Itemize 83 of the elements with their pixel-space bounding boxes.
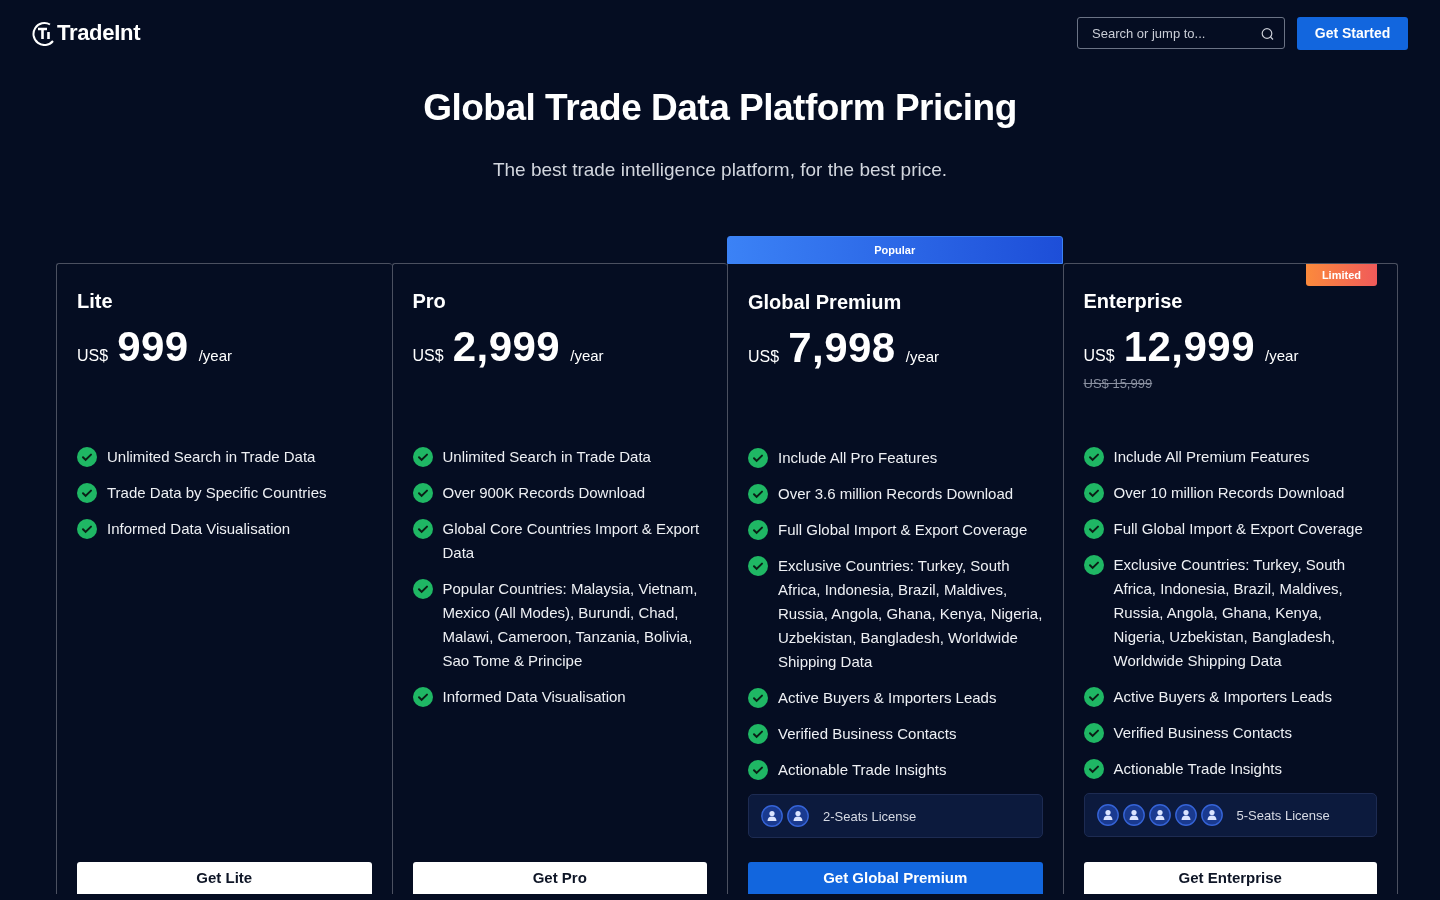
check-icon xyxy=(1083,723,1104,743)
currency: US$ xyxy=(412,347,444,365)
plan-button[interactable]: Get Pro xyxy=(412,862,707,894)
check-icon xyxy=(748,448,768,468)
person-icon xyxy=(1096,804,1119,826)
check-icon xyxy=(748,760,768,780)
feature-text: Trade Data by Specific Countries xyxy=(107,483,327,503)
check-icon xyxy=(412,447,433,467)
period: /year xyxy=(570,347,604,364)
feature-text: Over 3.6 million Records Download xyxy=(778,484,1014,504)
feature-text: Verified Business Contacts xyxy=(1113,723,1292,743)
person-icon xyxy=(761,805,783,827)
period: /year xyxy=(198,347,233,364)
price: 12,999 xyxy=(1123,323,1256,371)
check-icon xyxy=(748,724,768,744)
person-icon xyxy=(1122,804,1145,826)
check-icon xyxy=(412,519,433,539)
plan-name: Lite xyxy=(77,290,113,313)
currency: US$ xyxy=(77,347,109,365)
feature-text: Full Global Import & Export Coverage xyxy=(1113,519,1363,539)
check-icon xyxy=(748,688,768,708)
check-icon xyxy=(748,556,768,576)
plan-name: Global Premium xyxy=(748,291,902,314)
person-icon xyxy=(787,805,809,827)
check-icon xyxy=(77,519,97,539)
check-icon xyxy=(1083,447,1104,467)
logo-text[interactable]: TradeInt xyxy=(57,20,141,46)
feature-text: Global Core Countries Import & Export Data xyxy=(442,519,701,563)
search-field[interactable]: Search or jump to... xyxy=(1077,17,1285,49)
check-icon xyxy=(748,520,768,540)
feature-text: Popular Countries: Malaysia, Vietnam, Mexico (All Modes), Burundi, Chad, Malawi, Cameroon, Tanzania, Bolivia, Sao Tome & Principe xyxy=(442,579,699,671)
feature-text: Full Global Import & Export Coverage xyxy=(778,520,1028,540)
popular-banner: Popular xyxy=(727,236,1063,264)
price: 999 xyxy=(117,323,189,371)
get-started-button[interactable]: Get Started xyxy=(1297,16,1408,50)
feature-text: Informed Data Visualisation xyxy=(442,687,626,707)
feature-text: Exclusive Countries: Turkey, South Africa, Indonesia, Brazil, Maldives, Russia, Angola, Ghana, Kenya, Nigeria, Uzbekistan, Bangladesh, Worldwide Shipping Data xyxy=(1113,555,1346,671)
check-icon xyxy=(1083,759,1104,779)
logo-icon xyxy=(32,20,57,46)
old-price: US$ 15,999 xyxy=(1083,376,1153,391)
seats-label: 5-Seats License xyxy=(1236,807,1330,823)
feature-text: Informed Data Visualisation xyxy=(107,519,291,539)
check-icon xyxy=(412,483,433,503)
check-icon xyxy=(412,687,433,707)
page-title: Global Trade Data Platform Pricing xyxy=(423,87,1017,129)
check-icon xyxy=(1083,555,1104,575)
person-icon xyxy=(1148,804,1171,826)
currency: US$ xyxy=(1083,347,1115,365)
price: 2,999 xyxy=(452,323,561,371)
feature-text: Unlimited Search in Trade Data xyxy=(442,447,651,467)
check-icon xyxy=(748,484,768,504)
person-icon xyxy=(1200,804,1223,826)
limited-badge: Limited xyxy=(1305,264,1377,286)
seats-label: 2-Seats License xyxy=(823,808,917,824)
feature-text: Include All Pro Features xyxy=(778,448,938,468)
feature-text: Verified Business Contacts xyxy=(778,724,957,744)
plan-name: Pro xyxy=(412,290,446,313)
period: /year xyxy=(1265,347,1299,364)
feature-text: Over 900K Records Download xyxy=(442,483,646,503)
check-icon xyxy=(1083,519,1104,539)
check-icon xyxy=(412,579,433,599)
plan-button[interactable]: Get Global Premium xyxy=(748,862,1043,894)
feature-text: Over 10 million Records Download xyxy=(1113,483,1345,503)
feature-text: Actionable Trade Insights xyxy=(778,760,947,780)
check-icon xyxy=(77,483,97,503)
plan-button[interactable]: Get Enterprise xyxy=(1083,862,1377,894)
currency: US$ xyxy=(748,348,780,366)
feature-text: Active Buyers & Importers Leads xyxy=(1113,687,1332,707)
check-icon xyxy=(1083,687,1104,707)
feature-text: Actionable Trade Insights xyxy=(1113,759,1282,779)
person-icon xyxy=(1174,804,1197,826)
page-subtitle: The best trade intelligence platform, for the best price. xyxy=(492,159,948,180)
feature-text: Active Buyers & Importers Leads xyxy=(778,688,997,708)
feature-text: Unlimited Search in Trade Data xyxy=(107,447,316,467)
search-icon xyxy=(1261,27,1275,41)
plan-name: Enterprise xyxy=(1083,290,1183,313)
feature-text: Exclusive Countries: Turkey, South Africa, Indonesia, Brazil, Maldives, Russia, Angola, Ghana, Kenya, Nigeria, Uzbekistan, Bangladesh, Worldwide Shipping Data xyxy=(778,556,1043,672)
price: 7,998 xyxy=(788,324,896,372)
check-icon xyxy=(1083,483,1104,503)
period: /year xyxy=(905,348,940,365)
feature-text: Include All Premium Features xyxy=(1113,447,1310,467)
plan-button[interactable]: Get Lite xyxy=(77,862,372,894)
check-icon xyxy=(77,447,97,467)
